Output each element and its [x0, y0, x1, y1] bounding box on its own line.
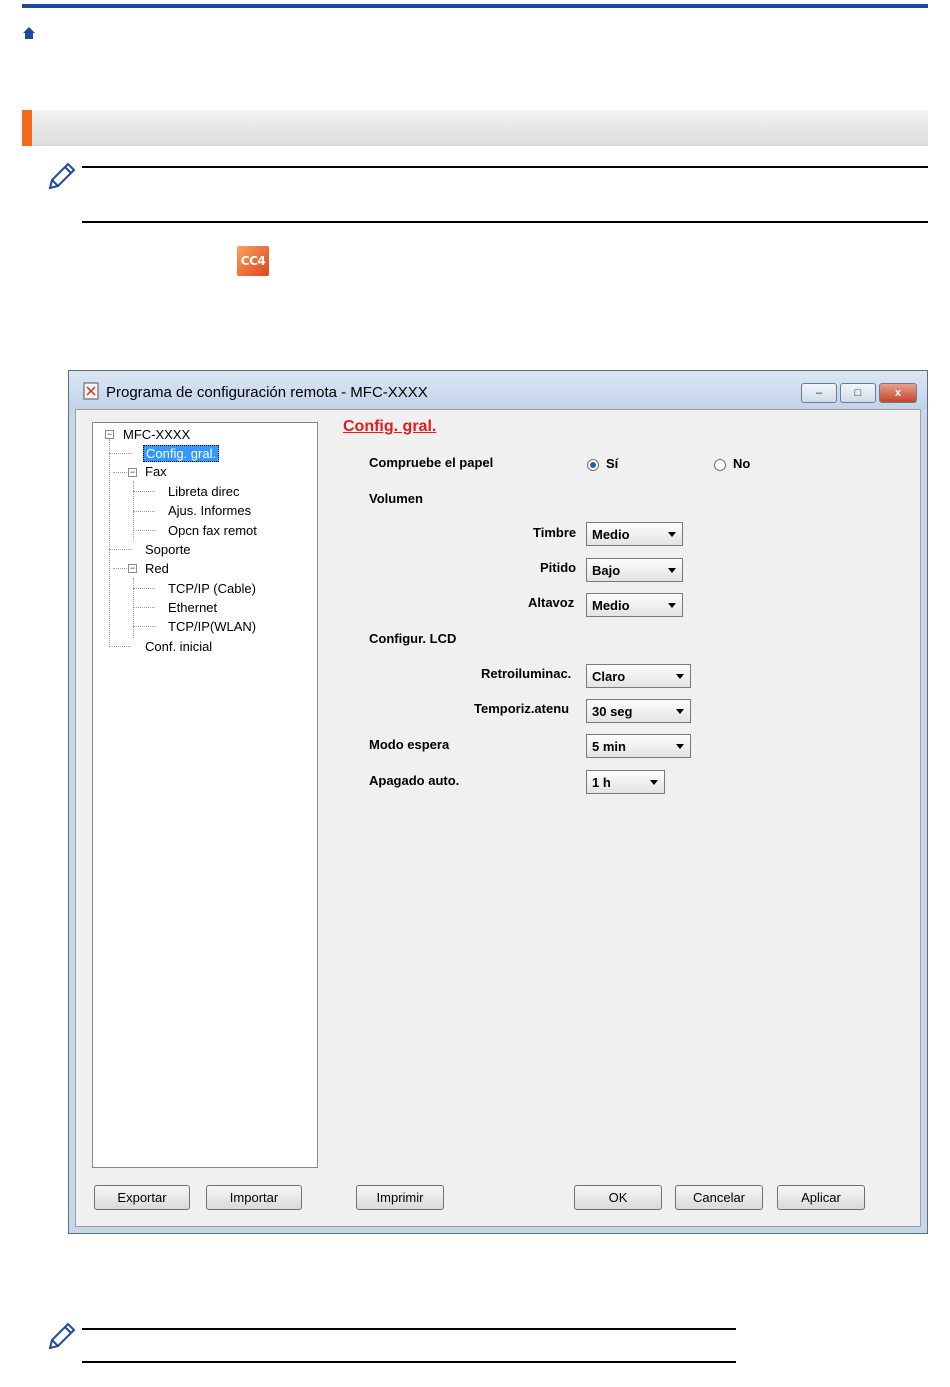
tree-root-mfc[interactable]: MFC-XXXX: [123, 427, 190, 442]
collapse-icon[interactable]: −: [105, 430, 114, 439]
pencil-note-icon: [48, 162, 76, 190]
dialog-client-area: − MFC-XXXX Config. gral. − Fax Libreta d…: [75, 409, 921, 1227]
collapse-icon[interactable]: −: [128, 564, 137, 573]
app-icon: [83, 382, 99, 400]
settings-tree[interactable]: − MFC-XXXX Config. gral. − Fax Libreta d…: [92, 422, 318, 1168]
dim-timer-select[interactable]: 30 seg: [586, 699, 691, 723]
panel-heading: Config. gral.: [343, 418, 437, 435]
speaker-label: Altavoz: [528, 595, 575, 610]
chevron-down-icon: [668, 532, 676, 537]
tree-item-ajus-informes[interactable]: Ajus. Informes: [168, 503, 251, 518]
note-bottom-rule: [82, 221, 928, 223]
auto-off-label: Apagado auto.: [369, 773, 460, 788]
print-button[interactable]: Imprimir: [356, 1185, 444, 1210]
sleep-mode-select[interactable]: 5 min: [586, 734, 691, 758]
chevron-down-icon: [650, 780, 658, 785]
check-paper-no-label[interactable]: No: [733, 456, 750, 471]
tree-item-tcpip-cable[interactable]: TCP/IP (Cable): [168, 581, 256, 596]
note-top-rule: [82, 166, 928, 168]
beep-label: Pitido: [540, 560, 577, 575]
tree-item-config-gral[interactable]: Config. gral.: [143, 445, 220, 462]
tree-item-opcn-fax-remot[interactable]: Opcn fax remot: [168, 523, 257, 538]
chevron-down-icon: [676, 744, 684, 749]
backlight-select[interactable]: Claro: [586, 664, 691, 688]
beep-volume-select[interactable]: Bajo: [586, 558, 683, 582]
maximize-button[interactable]: □: [840, 383, 876, 403]
dim-timer-label: Temporiz.atenu: [474, 701, 570, 716]
window-title: Programa de configuración remota - MFC-X…: [106, 384, 428, 401]
apply-button[interactable]: Aplicar: [777, 1185, 865, 1210]
speaker-volume-select[interactable]: Medio: [586, 593, 683, 617]
volume-label: Volumen: [369, 491, 423, 506]
chevron-down-icon: [668, 568, 676, 573]
pencil-note-icon: [48, 1322, 76, 1350]
sleep-mode-label: Modo espera: [369, 737, 450, 752]
check-paper-yes-radio[interactable]: [587, 459, 599, 471]
backlight-label: Retroiluminac.: [481, 666, 572, 681]
tree-item-fax[interactable]: Fax: [145, 464, 167, 479]
collapse-icon[interactable]: −: [128, 468, 137, 477]
minimize-button[interactable]: –: [801, 383, 837, 403]
note-bottom-rule: [82, 1361, 736, 1363]
section-heading-bar: [22, 110, 928, 146]
close-button[interactable]: x: [879, 383, 917, 403]
top-rule: [22, 4, 928, 8]
tree-item-ethernet[interactable]: Ethernet: [168, 600, 217, 615]
tree-item-soporte[interactable]: Soporte: [145, 542, 191, 557]
home-icon[interactable]: [22, 26, 36, 40]
section-accent: [22, 110, 32, 146]
tree-item-red[interactable]: Red: [145, 561, 169, 576]
check-paper-no-radio[interactable]: [714, 459, 726, 471]
ring-label: Timbre: [533, 525, 577, 540]
tree-item-conf-inicial[interactable]: Conf. inicial: [145, 639, 212, 654]
auto-off-select[interactable]: 1 h: [586, 770, 665, 794]
check-paper-yes-label[interactable]: Sí: [606, 456, 618, 471]
chevron-down-icon: [668, 603, 676, 608]
import-button[interactable]: Importar: [206, 1185, 302, 1210]
tree-item-tcpip-wlan[interactable]: TCP/IP(WLAN): [168, 619, 256, 634]
title-bar[interactable]: Programa de configuración remota - MFC-X…: [69, 371, 927, 409]
ring-volume-select[interactable]: Medio: [586, 522, 683, 546]
tree-item-libreta-direc[interactable]: Libreta direc: [168, 484, 240, 499]
ok-button[interactable]: OK: [574, 1185, 662, 1210]
cancel-button[interactable]: Cancelar: [675, 1185, 763, 1210]
export-button[interactable]: Exportar: [94, 1185, 190, 1210]
remote-setup-window: Programa de configuración remota - MFC-X…: [68, 370, 928, 1234]
chevron-down-icon: [676, 674, 684, 679]
cc4-icon: CC4: [237, 246, 269, 276]
chevron-down-icon: [676, 709, 684, 714]
check-paper-label: Compruebe el papel: [369, 455, 494, 470]
lcd-settings-label: Configur. LCD: [369, 631, 457, 646]
note-top-rule: [82, 1328, 736, 1330]
